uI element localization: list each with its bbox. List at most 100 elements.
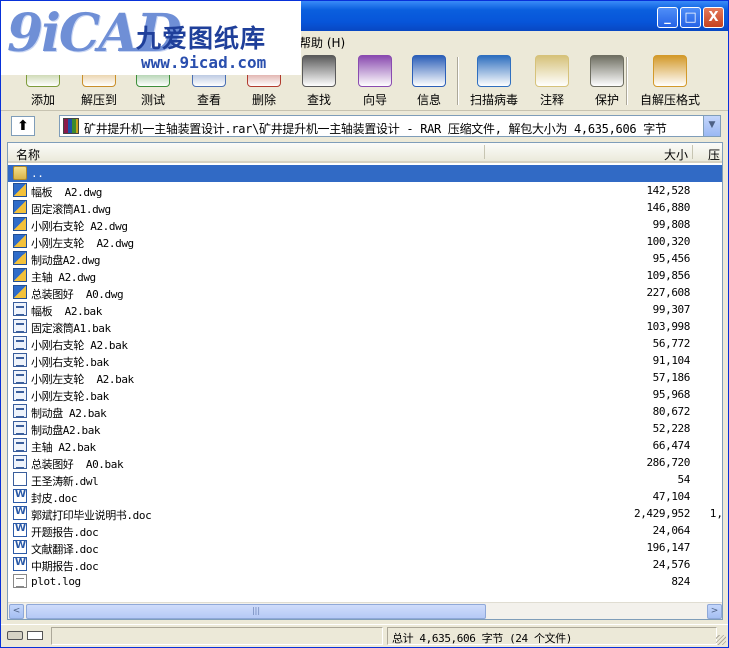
folder-file-icon — [13, 166, 27, 180]
file-name: 制动盘A2.dwg — [31, 254, 101, 267]
file-size: 99,307 — [652, 303, 691, 316]
close-button[interactable]: X — [703, 7, 724, 28]
status-total-text: 总计 4,635,606 字节 (24 个文件) — [392, 632, 572, 645]
scroll-thumb[interactable]: ||| — [26, 604, 486, 619]
up-folder-button[interactable]: ⬆ — [11, 116, 35, 136]
file-row[interactable]: 小刚右支轮.bak 91,104 — [8, 352, 722, 369]
sfx-icon — [653, 55, 687, 87]
logo-url: www.9icad.com — [141, 53, 267, 72]
toolbar-button-label: 自解压格式 — [639, 93, 700, 107]
toolbar-button-11[interactable]: 自解压格式 — [637, 53, 703, 109]
file-name: 小刚左支轮 A2.dwg — [31, 237, 134, 250]
menu-help[interactable]: 帮助 (H) — [299, 34, 345, 51]
toolbar-button-label: 信息 — [416, 93, 441, 107]
file-size: 100,320 — [646, 235, 690, 248]
dwg-file-icon — [13, 200, 27, 214]
file-row[interactable]: 小刚左支轮 A2.dwg 100,320 — [8, 233, 722, 250]
file-size: 24,576 — [652, 558, 691, 571]
toolbar-button-label: 向导 — [362, 93, 387, 107]
file-size: 54 — [677, 473, 691, 486]
file-name: 制动盘 A2.bak — [31, 407, 107, 420]
toolbar-button-9[interactable]: 注释 — [523, 53, 581, 109]
minimize-button[interactable]: _ — [657, 7, 678, 28]
doc-file-icon — [13, 523, 27, 537]
column-header-size[interactable]: 大小 — [664, 146, 688, 163]
file-name: 幅板 A2.dwg — [31, 186, 102, 199]
column-divider[interactable] — [484, 145, 485, 159]
file-row[interactable]: 制动盘A2.bak 52,228 — [8, 420, 722, 437]
file-size: 109,856 — [646, 269, 690, 282]
toolbar-separator — [626, 57, 628, 105]
file-size: 196,147 — [646, 541, 690, 554]
address-bar: ⬆ 矿井提升机一主轴装置设计.rar\矿井提升机一主轴装置设计 - RAR 压缩… — [1, 112, 728, 140]
file-row[interactable]: 封皮.doc 47,104 — [8, 488, 722, 505]
file-row[interactable]: 幅板 A2.bak 99,307 — [8, 301, 722, 318]
column-divider[interactable] — [692, 145, 693, 159]
file-name: 总装图好 A0.dwg — [31, 288, 124, 301]
file-packed-size: 1, — [709, 507, 723, 520]
file-row[interactable]: 主轴 A2.dwg 109,856 — [8, 267, 722, 284]
rar-archive-icon — [63, 118, 79, 134]
file-row[interactable]: 小刚左支轮 A2.bak 57,186 — [8, 369, 722, 386]
toolbar-button-7[interactable]: 信息 — [401, 53, 457, 109]
resize-grip[interactable] — [716, 635, 726, 645]
virus-scan-icon — [477, 55, 511, 87]
scroll-left-arrow[interactable]: < — [9, 604, 24, 619]
file-row[interactable]: .. — [8, 165, 722, 182]
doc-file-icon — [13, 489, 27, 503]
doc-file-icon — [13, 557, 27, 571]
dwg-file-icon — [13, 285, 27, 299]
list-header: 名称 大小 压缩 — [8, 143, 722, 179]
file-name: .. — [31, 167, 44, 180]
file-row[interactable]: 制动盘A2.dwg 95,456 — [8, 250, 722, 267]
scroll-right-arrow[interactable]: > — [707, 604, 722, 619]
bak-file-icon — [13, 455, 27, 469]
file-row[interactable]: 小刚左支轮.bak 95,968 — [8, 386, 722, 403]
file-name: 小刚左支轮.bak — [31, 390, 109, 403]
drive-key-icon — [27, 631, 43, 640]
file-row[interactable]: 总装图好 A0.bak 286,720 — [8, 454, 722, 471]
status-drives[interactable] — [5, 628, 45, 644]
file-row[interactable]: 总装图好 A0.dwg 227,608 — [8, 284, 722, 301]
bak-file-icon — [13, 370, 27, 384]
horizontal-scrollbar[interactable]: < ||| > — [8, 602, 722, 619]
file-row[interactable]: 中期报告.doc 24,576 — [8, 556, 722, 573]
file-size: 95,968 — [652, 388, 691, 401]
file-size: 99,808 — [652, 218, 691, 231]
log-file-icon — [13, 574, 27, 588]
file-size: 52,228 — [652, 422, 691, 435]
toolbar-button-6[interactable]: 向导 — [347, 53, 403, 109]
file-row[interactable]: 开题报告.doc 24,064 — [8, 522, 722, 539]
file-size: 66,474 — [652, 439, 691, 452]
file-row[interactable]: 固定滚筒A1.dwg 146,880 — [8, 199, 722, 216]
file-row[interactable]: 制动盘 A2.bak 80,672 — [8, 403, 722, 420]
file-name: 总装图好 A0.bak — [31, 458, 124, 471]
file-row[interactable]: 幅板 A2.dwg 142,528 — [8, 182, 722, 199]
path-dropdown-button[interactable]: ▼ — [703, 116, 720, 136]
file-name: 小刚右支轮 A2.dwg — [31, 220, 128, 233]
toolbar-button-label: 删除 — [251, 93, 276, 107]
dwg-file-icon — [13, 234, 27, 248]
file-row[interactable]: plot.log 824 — [8, 573, 722, 590]
file-name: 固定滚筒A1.dwg — [31, 203, 111, 216]
column-header-name[interactable]: 名称 — [16, 146, 40, 163]
toolbar-button-label: 测试 — [140, 93, 165, 107]
file-list[interactable]: 名称 大小 压缩 .. 幅板 A2.dwg 142,528 固定滚筒A1.dwg 146… — [7, 142, 723, 620]
file-row[interactable]: 文献翻译.doc 196,147 — [8, 539, 722, 556]
file-row[interactable]: 小刚右支轮 A2.bak 56,772 — [8, 335, 722, 352]
dwg-file-icon — [13, 251, 27, 265]
dwl-file-icon — [13, 472, 27, 486]
file-size: 56,772 — [652, 337, 691, 350]
toolbar-button-8[interactable]: 扫描病毒 — [465, 53, 523, 109]
path-combobox[interactable]: 矿井提升机一主轴装置设计.rar\矿井提升机一主轴装置设计 - RAR 压缩文件… — [59, 115, 721, 137]
file-row[interactable]: 主轴 A2.bak 66,474 — [8, 437, 722, 454]
maximize-button[interactable]: □ — [680, 7, 701, 28]
wizard-icon — [358, 55, 392, 87]
bak-file-icon — [13, 438, 27, 452]
file-row[interactable]: 小刚右支轮 A2.dwg 99,808 — [8, 216, 722, 233]
file-row[interactable]: 郭斌打印毕业说明书.doc 2,429,952 1, — [8, 505, 723, 522]
file-row[interactable]: 固定滚筒A1.bak 103,998 — [8, 318, 722, 335]
dwg-file-icon — [13, 217, 27, 231]
find-icon — [302, 55, 336, 87]
file-row[interactable]: 王圣涛新.dwl 54 — [8, 471, 722, 488]
